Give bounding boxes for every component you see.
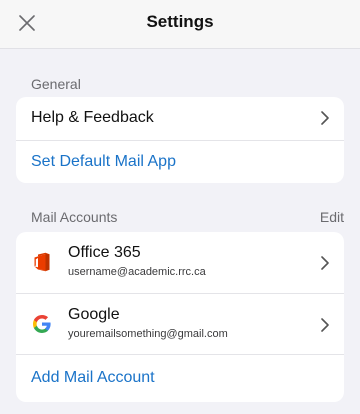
chevron-right-icon [321,256,329,270]
google-icon [33,315,51,333]
add-mail-account-link: Add Mail Account [31,369,155,386]
set-default-mail-app-row[interactable]: Set Default Mail App [16,140,344,183]
account-name: Google [68,306,120,323]
page-title: Settings [146,12,214,31]
general-card: Help & Feedback Set Default Mail App [16,97,344,183]
help-feedback-row[interactable]: Help & Feedback [16,97,344,140]
chevron-right-icon [321,318,329,332]
office365-icon [34,252,50,272]
set-default-mail-app-link: Set Default Mail App [31,153,176,170]
section-label-general: General [31,76,81,92]
section-label-mail-accounts: Mail Accounts [31,209,118,225]
account-email: username@academic.rrc.ca [68,266,206,278]
edit-button[interactable]: Edit [320,209,344,225]
account-name: Office 365 [68,244,141,261]
add-mail-account-row[interactable]: Add Mail Account [16,354,344,402]
chevron-right-icon [321,111,329,125]
help-feedback-label: Help & Feedback [31,109,154,126]
account-row-google[interactable]: Google youremailsomething@gmail.com [16,293,344,354]
account-email: youremailsomething@gmail.com [68,328,228,340]
account-row-office365[interactable]: Office 365 username@academic.rrc.ca [16,232,344,293]
nav-header: Settings [0,0,360,49]
mail-accounts-card: Office 365 username@academic.rrc.ca Goog… [16,232,344,402]
